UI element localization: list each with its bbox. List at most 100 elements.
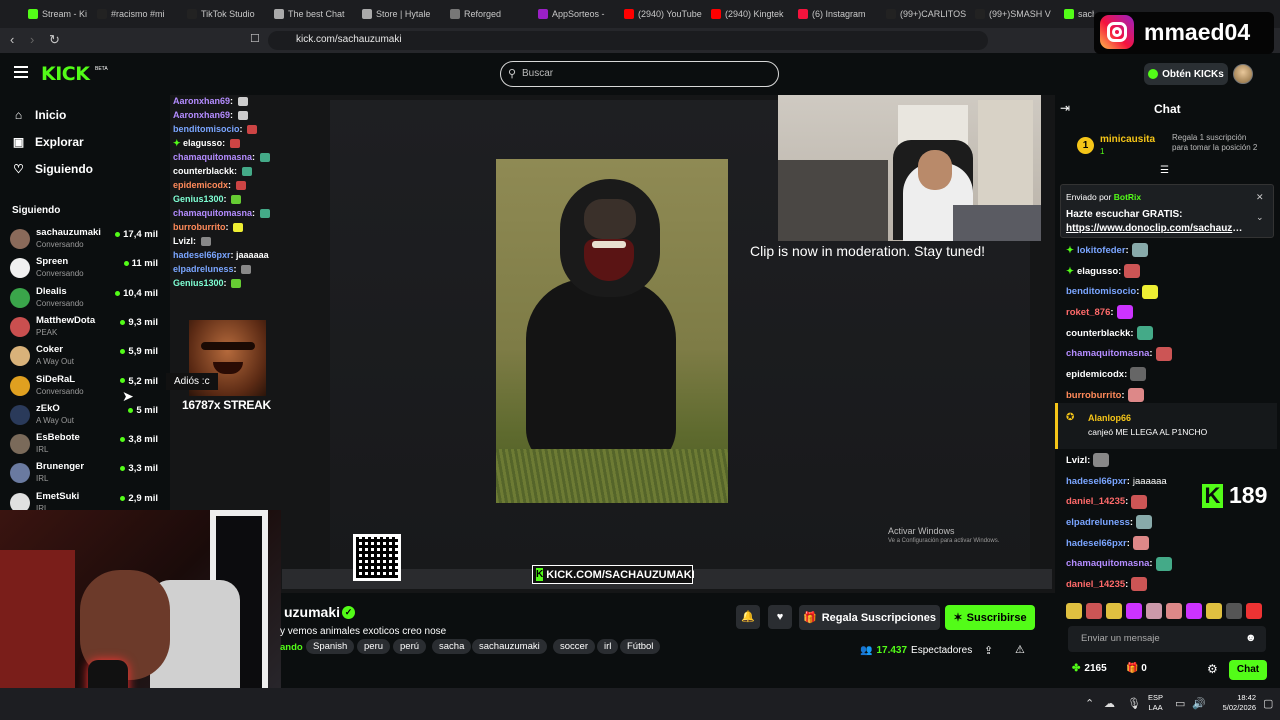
- emote-icon[interactable]: [1226, 603, 1242, 619]
- collapse-chat-icon[interactable]: ⇥: [1060, 101, 1070, 115]
- followed-channel[interactable]: Brunenger IRL 3,3 mil: [10, 459, 160, 487]
- followed-channel[interactable]: Dlealis Conversando 10,4 mil: [10, 284, 160, 312]
- report-icon[interactable]: ⚠: [1015, 643, 1025, 656]
- get-kicks-button[interactable]: Obtén KICKs: [1144, 63, 1228, 85]
- sidebar-item-siguiendo[interactable]: ♡ Siguiendo: [12, 162, 93, 176]
- notifications-icon[interactable]: ▢: [1263, 697, 1273, 710]
- chat-username[interactable]: burroburrito: [1066, 390, 1121, 401]
- emote-icon[interactable]: [1086, 603, 1102, 619]
- redeem-user[interactable]: Alanlop66: [1088, 413, 1131, 423]
- browser-tab[interactable]: Store | Hytale: [362, 4, 442, 24]
- sidebar-item-explorar[interactable]: ▣ Explorar: [12, 135, 84, 149]
- emote-icon[interactable]: [1126, 603, 1142, 619]
- followed-channel[interactable]: zEkO A Way Out 5 mil: [10, 401, 160, 429]
- bookmark-icon[interactable]: ☐: [250, 32, 260, 45]
- share-icon[interactable]: ⇪: [984, 644, 993, 657]
- sidebar-item-inicio[interactable]: ⌂ Inicio: [12, 108, 66, 122]
- channel-points[interactable]: ✤ 2165: [1072, 663, 1107, 674]
- followed-channel[interactable]: EsBebote IRL 3,8 mil: [10, 430, 160, 458]
- subs-counter[interactable]: 🎁 0: [1126, 663, 1147, 674]
- tray-expand-icon[interactable]: ⌃: [1085, 697, 1094, 710]
- stream-tag[interactable]: Fútbol: [620, 639, 661, 654]
- browser-tab[interactable]: (99+)SMASH V: [975, 4, 1055, 24]
- unpin-icon[interactable]: ✕: [1256, 192, 1264, 203]
- heart-icon[interactable]: ♥: [768, 605, 792, 629]
- viewer-count: 17,4 mil: [115, 229, 158, 240]
- gift-subs-button[interactable]: 🎁 Regala Suscripciones: [799, 605, 940, 630]
- emote-icon[interactable]: [1146, 603, 1162, 619]
- pinned-link[interactable]: https://www.donoclip.com/sachauzumaki: [1066, 223, 1246, 234]
- chat-username[interactable]: epidemicodx: [1066, 369, 1124, 380]
- top-gifter-name[interactable]: minicausita: [1100, 134, 1155, 145]
- emote-bar[interactable]: [1066, 603, 1271, 619]
- stream-tag[interactable]: Spanish: [306, 639, 355, 654]
- overlay-chat-line: Genius1300:: [173, 194, 373, 208]
- channel-name[interactable]: uzumaki: [284, 604, 340, 620]
- browser-tab[interactable]: sacha: [1064, 4, 1094, 24]
- emote-icon[interactable]: [1206, 603, 1222, 619]
- chat-username[interactable]: benditomisocio: [1066, 286, 1136, 297]
- chat-username[interactable]: chamaquitomasna: [1066, 558, 1149, 569]
- chat-username[interactable]: roket_876: [1066, 307, 1110, 318]
- emote-icon[interactable]: [1246, 603, 1262, 619]
- back-icon[interactable]: ‹: [10, 32, 14, 47]
- followed-channel[interactable]: Coker A Way Out 5,9 mil: [10, 342, 160, 370]
- emote-icon[interactable]: [1066, 603, 1082, 619]
- browser-tab[interactable]: (99+)CARLITOS: [886, 4, 966, 24]
- cloud-icon[interactable]: ☁: [1104, 697, 1115, 710]
- emote-icon[interactable]: [1106, 603, 1122, 619]
- gear-icon[interactable]: ⚙: [1207, 662, 1218, 676]
- emoji-icon[interactable]: ☻: [1245, 632, 1257, 644]
- chat-username[interactable]: Lvizl: [1066, 455, 1087, 466]
- chat-username[interactable]: hadesel66pxr: [1066, 476, 1127, 487]
- chat-username[interactable]: daniel_14235: [1066, 579, 1125, 590]
- search-input[interactable]: Buscar: [522, 68, 553, 79]
- category-link[interactable]: ando: [280, 642, 303, 653]
- browser-tab[interactable]: #racismo #mi: [97, 4, 177, 24]
- volume-icon[interactable]: 🔊: [1192, 697, 1206, 710]
- followed-channel[interactable]: Spreen Conversando 11 mil: [10, 254, 160, 282]
- browser-tab[interactable]: Reforged: [450, 4, 530, 24]
- chat-username[interactable]: lokitofeder: [1077, 245, 1126, 256]
- language-indicator[interactable]: ESP LAA: [1148, 693, 1163, 713]
- menu-icon[interactable]: [14, 66, 28, 78]
- browser-tab[interactable]: (2940) Kingtek: [711, 4, 791, 24]
- chat-username[interactable]: elagusso: [1077, 266, 1118, 277]
- browser-tab[interactable]: AppSorteos -: [538, 4, 618, 24]
- forward-icon[interactable]: ›: [30, 32, 34, 47]
- mic-icon[interactable]: 🎙: [1127, 697, 1141, 710]
- kick-logo[interactable]: KICK: [41, 63, 90, 85]
- followed-channel[interactable]: MatthewDota PEAK 9,3 mil: [10, 313, 160, 341]
- expand-icon[interactable]: ☰: [1160, 165, 1169, 176]
- browser-tab[interactable]: TikTok Studio: [187, 4, 267, 24]
- chevron-down-icon[interactable]: ⌄: [1256, 212, 1264, 223]
- followed-channel[interactable]: SiDeRaL Conversando 5,2 mil: [10, 372, 160, 400]
- emote-icon[interactable]: [1166, 603, 1182, 619]
- stream-tag[interactable]: soccer: [553, 639, 595, 654]
- browser-tab[interactable]: The best Chat: [274, 4, 354, 24]
- clock[interactable]: 18:42 5/02/2026: [1212, 693, 1256, 713]
- reload-icon[interactable]: ↻: [49, 32, 60, 48]
- chat-username[interactable]: chamaquitomasna: [1066, 348, 1149, 359]
- bell-icon[interactable]: 🔔: [736, 605, 760, 629]
- avatar[interactable]: [1233, 64, 1253, 84]
- chat-username[interactable]: counterblackk: [1066, 328, 1130, 339]
- browser-tab-label: TikTok Studio: [201, 9, 255, 19]
- stream-tag[interactable]: irl: [597, 639, 619, 654]
- chat-send-button[interactable]: Chat: [1229, 660, 1267, 680]
- stream-tag[interactable]: sacha: [432, 639, 472, 654]
- pinned-bot-name[interactable]: BotRix: [1114, 192, 1141, 202]
- chat-username[interactable]: elpadreluness: [1066, 517, 1130, 528]
- network-icon[interactable]: ▭: [1175, 697, 1185, 710]
- chat-username[interactable]: hadesel66pxr: [1066, 538, 1127, 549]
- followed-channel[interactable]: sachauzumaki Conversando 17,4 mil: [10, 225, 160, 253]
- subscribe-button[interactable]: ✶ Suscribirse: [945, 605, 1035, 630]
- browser-tab[interactable]: (2940) YouTube: [624, 4, 704, 24]
- browser-tab[interactable]: (6) Instagram: [798, 4, 878, 24]
- chat-username[interactable]: daniel_14235: [1066, 496, 1125, 507]
- stream-tag[interactable]: perú: [393, 639, 427, 654]
- browser-tab[interactable]: Stream - Ki: [28, 4, 108, 24]
- stream-tag[interactable]: peru: [357, 639, 391, 654]
- emote-icon[interactable]: [1186, 603, 1202, 619]
- stream-tag[interactable]: sachauzumaki: [472, 639, 547, 654]
